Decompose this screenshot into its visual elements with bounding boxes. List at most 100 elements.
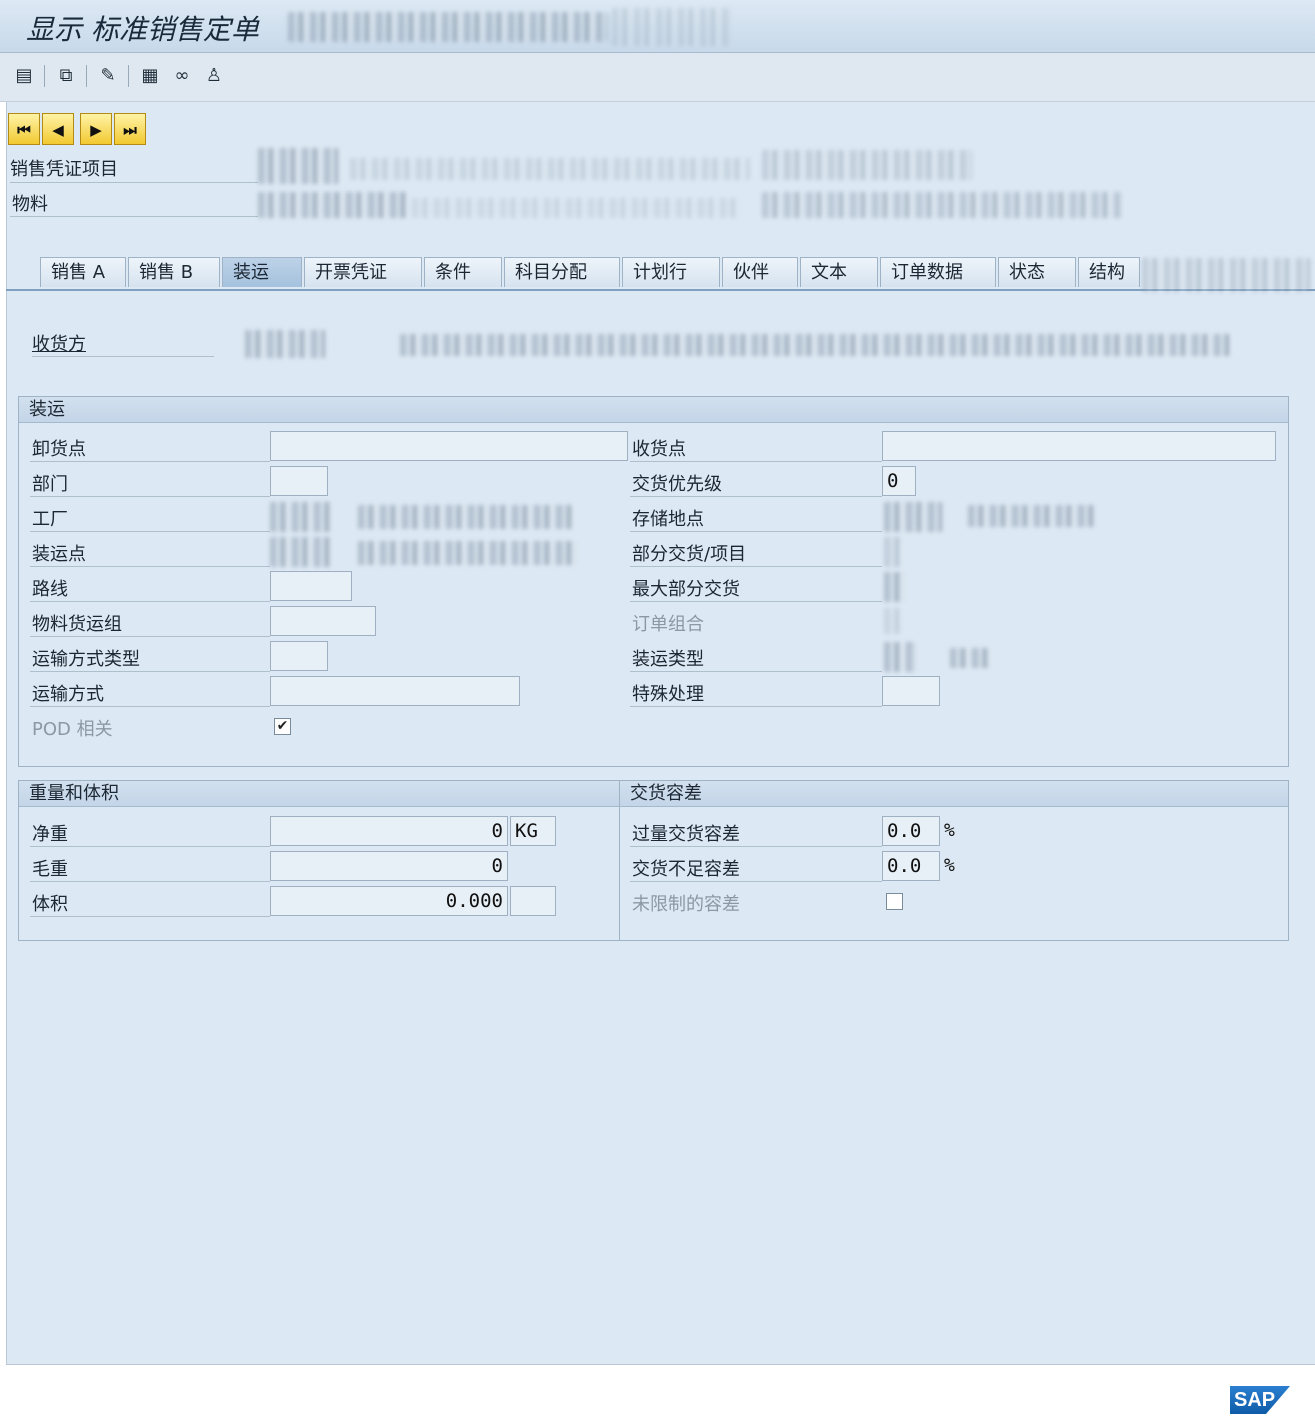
- label-underline: [30, 566, 270, 567]
- label-underline: [30, 916, 270, 917]
- label-underline: [630, 706, 882, 707]
- tab-schedule-lines[interactable]: 计划行: [622, 257, 720, 287]
- item-overview-icon[interactable]: ⧉: [54, 64, 78, 88]
- volume-field[interactable]: 0.000: [270, 886, 508, 916]
- label-underline: [630, 671, 882, 672]
- material-freight-group-field[interactable]: [270, 606, 376, 636]
- redacted-ship-to-number: [245, 330, 325, 358]
- shipping-group-title: 装运: [19, 397, 1288, 423]
- stamp-icon[interactable]: ♙: [202, 64, 226, 88]
- label-underline: [630, 531, 882, 532]
- redacted-order-combination: [884, 608, 904, 634]
- special-processing-label: 特殊处理: [632, 684, 704, 705]
- tab-billing-document[interactable]: 开票凭证: [304, 257, 422, 287]
- toolbar-separator: [128, 65, 129, 87]
- receiving-point-field[interactable]: [882, 431, 1276, 461]
- tab-order-data[interactable]: 订单数据: [880, 257, 996, 287]
- storage-location-label: 存储地点: [632, 509, 704, 530]
- redacted-item-info: [350, 158, 750, 180]
- pod-relevant-checkbox[interactable]: ✔: [274, 718, 291, 735]
- means-of-transport-type-field[interactable]: [270, 641, 328, 671]
- redacted-storage-location-desc: [968, 505, 1096, 527]
- net-weight-field[interactable]: 0: [270, 816, 508, 846]
- next-item-button[interactable]: ▶: [80, 113, 112, 145]
- redacted-shipping-point: [270, 537, 332, 567]
- last-item-button[interactable]: ⏭: [114, 113, 146, 145]
- delivery-priority-label: 交货优先级: [632, 474, 722, 495]
- unlimited-tolerance-checkbox[interactable]: [886, 893, 903, 910]
- title-bar: 显示 标准销售定单: [0, 0, 1315, 53]
- volume-unit-field[interactable]: [510, 886, 556, 916]
- first-item-button[interactable]: ⏮: [8, 113, 40, 145]
- redacted-max-partial: [884, 572, 906, 602]
- glasses-icon[interactable]: ∞: [170, 64, 194, 88]
- tab-shipping[interactable]: 装运: [222, 257, 302, 287]
- means-of-transport-type-label: 运输方式类型: [32, 649, 140, 670]
- label-underline: [630, 496, 882, 497]
- under-delivery-percent: %: [944, 855, 955, 876]
- ship-to-party-label[interactable]: 收货方: [32, 330, 86, 356]
- unloading-point-field[interactable]: [270, 431, 628, 461]
- redacted-shipping-point-desc: [358, 541, 578, 565]
- redacted-shipping-type-desc: [950, 648, 990, 668]
- tab-account-assignment[interactable]: 科目分配: [504, 257, 620, 287]
- redacted-ship-to-address: [400, 334, 1230, 356]
- redacted-item-number: [258, 148, 338, 184]
- label-underline: [630, 881, 882, 882]
- shipping-point-label: 装运点: [32, 544, 86, 565]
- redacted-storage-location: [884, 502, 942, 532]
- redacted-tab: [1142, 258, 1310, 292]
- redacted-material-desc: [762, 192, 1122, 218]
- unloading-point-label: 卸货点: [32, 439, 86, 460]
- display-document-icon[interactable]: ✎: [96, 64, 120, 88]
- tab-conditions[interactable]: 条件: [424, 257, 502, 287]
- net-weight-unit-field[interactable]: KG: [510, 816, 556, 846]
- order-combination-label: 订单组合: [632, 614, 704, 635]
- department-field[interactable]: [270, 466, 328, 496]
- over-delivery-tolerance-label: 过量交货容差: [632, 824, 740, 845]
- window-title: 显示 标准销售定单: [26, 13, 259, 46]
- means-of-transport-field[interactable]: [270, 676, 520, 706]
- label-underline: [30, 636, 270, 637]
- sap-logo: SAP: [1230, 1386, 1290, 1414]
- under-delivery-tolerance-field[interactable]: 0.0: [882, 851, 940, 881]
- partial-delivery-label: 部分交货/项目: [632, 544, 747, 565]
- redacted-plant: [270, 502, 332, 532]
- delivery-priority-field[interactable]: 0: [882, 466, 916, 496]
- header-details-icon[interactable]: ▤: [12, 64, 36, 88]
- over-delivery-percent: %: [944, 820, 955, 841]
- department-label: 部门: [32, 474, 68, 495]
- redacted-item-info: [762, 150, 972, 180]
- label-underline: [30, 531, 270, 532]
- route-field[interactable]: [270, 571, 352, 601]
- tab-structure[interactable]: 结构: [1078, 257, 1140, 287]
- net-weight-label: 净重: [32, 824, 68, 845]
- tab-texts[interactable]: 文本: [800, 257, 878, 287]
- previous-item-button[interactable]: ◀: [42, 113, 74, 145]
- special-processing-field[interactable]: [882, 676, 940, 706]
- material-label: 物料: [12, 194, 48, 215]
- label-underline: [30, 601, 270, 602]
- means-of-transport-label: 运输方式: [32, 684, 104, 705]
- volume-label: 体积: [32, 894, 68, 915]
- max-partial-deliveries-label: 最大部分交货: [632, 579, 740, 600]
- calculator-icon[interactable]: ▦: [138, 64, 162, 88]
- label-underline: [30, 846, 270, 847]
- label-underline: [10, 216, 258, 217]
- over-delivery-tolerance-field[interactable]: 0.0: [882, 816, 940, 846]
- toolbar-separator: [86, 65, 87, 87]
- label-underline: [30, 706, 270, 707]
- label-underline: [30, 496, 270, 497]
- redacted-partial-delivery: [884, 537, 902, 567]
- gross-weight-field[interactable]: 0: [270, 851, 508, 881]
- tab-sales-a[interactable]: 销售 A: [40, 257, 126, 287]
- label-underline: [30, 461, 270, 462]
- label-underline: [630, 601, 882, 602]
- label-underline: [10, 182, 258, 183]
- tab-sales-b[interactable]: 销售 B: [128, 257, 220, 287]
- tab-status[interactable]: 状态: [998, 257, 1076, 287]
- pod-relevant-label: POD 相关: [32, 719, 113, 740]
- redacted-title: [288, 12, 608, 42]
- unlimited-tolerance-label: 未限制的容差: [632, 894, 740, 915]
- tab-partners[interactable]: 伙伴: [722, 257, 798, 287]
